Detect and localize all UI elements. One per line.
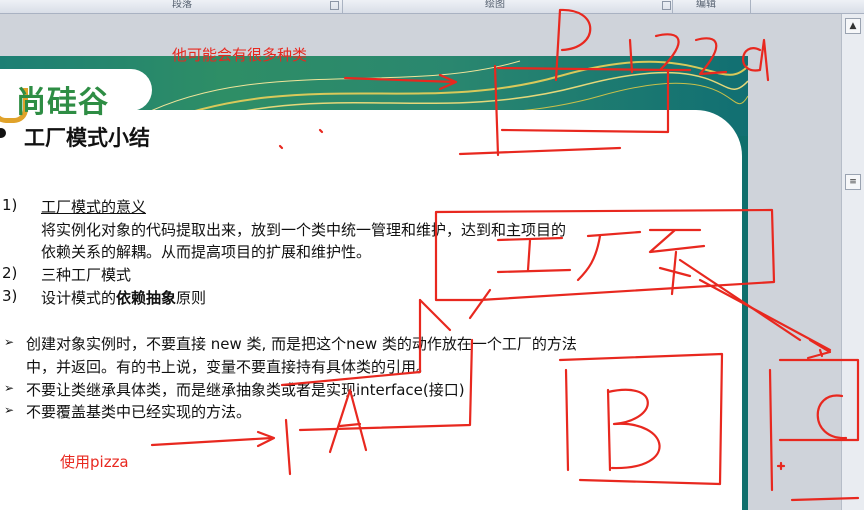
pen-ink-layer <box>150 8 860 502</box>
